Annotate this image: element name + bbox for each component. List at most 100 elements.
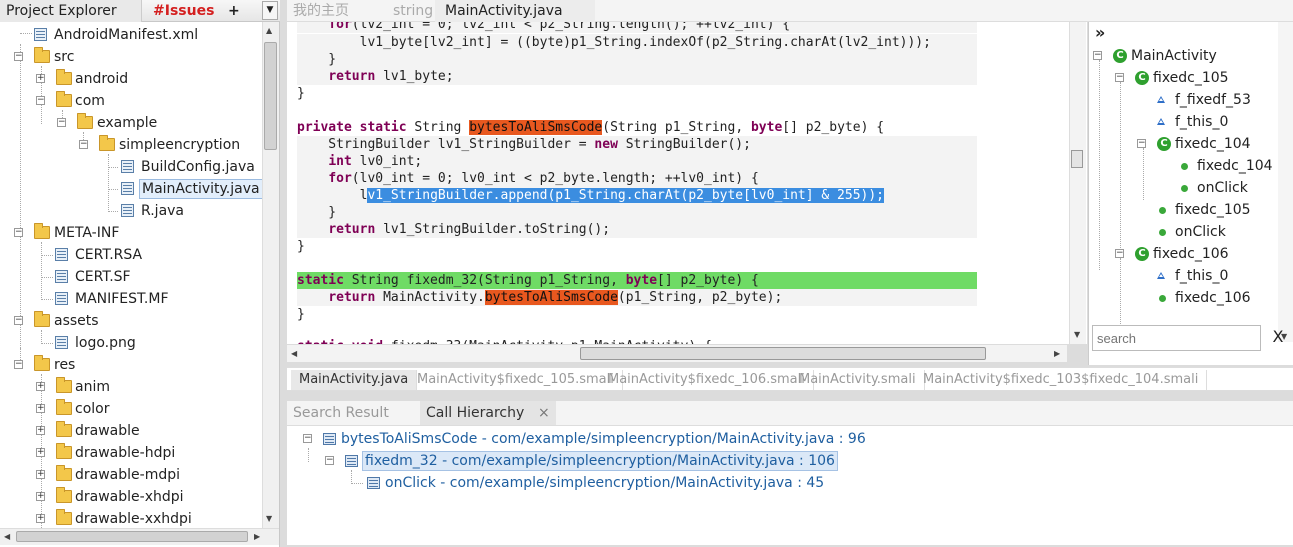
collapse-toggle-icon[interactable]: −: [1115, 73, 1124, 82]
code-editor[interactable]: for(lv2_int = 0; lv2_int < p2_String.len…: [287, 22, 1087, 344]
tree-item-label: drawable-mdpi: [75, 467, 180, 483]
collapse-toggle-icon[interactable]: −: [1115, 249, 1124, 258]
tree-item-label: res: [54, 357, 76, 373]
outline-item-label: fixedc_104: [1175, 136, 1251, 152]
scroll-left-arrow-icon[interactable]: ◀: [4, 532, 10, 541]
tree-item-label: src: [54, 49, 75, 65]
class-icon: C: [1113, 49, 1127, 63]
code-line: static void fixedm_33(MainActivity p1_Ma…: [297, 338, 977, 344]
expand-toggle-icon[interactable]: +: [36, 470, 45, 479]
tree-horizontal-scroll-thumb[interactable]: [16, 531, 248, 542]
collapse-toggle-icon[interactable]: −: [303, 434, 312, 443]
code-vertical-scrollbar[interactable]: ▼: [1069, 22, 1086, 344]
java-file-icon: [121, 204, 134, 217]
folder-icon: [34, 355, 50, 371]
bottom-panel-tabbar: Search Result Call Hierarchy ×: [287, 401, 1293, 425]
code-line: StringBuilder lv1_StringBuilder = new St…: [297, 136, 977, 153]
tab-home[interactable]: 我的主页: [287, 0, 355, 22]
tree-item-label: CERT.SF: [75, 269, 131, 285]
code-horizontal-scroll-thumb[interactable]: [580, 347, 986, 360]
collapse-toggle-icon[interactable]: −: [57, 118, 66, 127]
tree-item-label: R.java: [141, 203, 185, 219]
outline-item-label: f_this_0: [1175, 114, 1229, 130]
code-line: }: [297, 239, 305, 254]
collapse-toggle-icon[interactable]: −: [14, 316, 23, 325]
tab-call-hierarchy[interactable]: Call Hierarchy ×: [420, 401, 556, 425]
class-icon: C: [1135, 247, 1149, 261]
tab-string[interactable]: string: [387, 0, 439, 22]
file-tab-fixedc-103-104-smali[interactable]: MainActivity$fixedc_103$fixedc_104.smali: [915, 370, 1208, 390]
outline-item-label: fixedc_104: [1197, 158, 1273, 174]
call-hierarchy-label: bytesToAliSmsCode - com/example/simpleen…: [341, 431, 866, 447]
expand-toggle-icon[interactable]: +: [36, 74, 45, 83]
code-line: return MainActivity.bytesToAliSmsCode(p1…: [297, 289, 977, 306]
folder-icon: [56, 377, 72, 393]
tab-project-explorer[interactable]: Project Explorer: [0, 0, 142, 22]
call-hierarchy-label: onClick - com/example/simpleencryption/M…: [385, 475, 825, 491]
method-icon: [1159, 229, 1166, 236]
tree-item-label: drawable-xxhdpi: [75, 511, 192, 527]
expand-toggle-icon[interactable]: +: [36, 514, 45, 523]
tree-item-label: AndroidManifest.xml: [54, 27, 199, 43]
tab-mainactivity-java[interactable]: MainActivity.java: [435, 0, 595, 22]
file-tab-mainactivity-java[interactable]: MainActivity.java: [291, 370, 418, 390]
collapse-toggle-icon[interactable]: −: [79, 140, 88, 149]
expand-toggle-icon[interactable]: +: [36, 382, 45, 391]
tree-item-label: MANIFEST.MF: [75, 291, 169, 307]
outline-item-label: f_fixedf_53: [1175, 92, 1251, 108]
method-icon: [1181, 185, 1188, 192]
project-tree: AndroidManifest.xml − src + android − co…: [0, 22, 262, 528]
tree-item-label: logo.png: [75, 335, 136, 351]
collapse-toggle-icon[interactable]: −: [36, 96, 45, 105]
outline-vertical-scrollbar[interactable]: ▼: [1278, 22, 1293, 342]
outline-item-label: onClick: [1175, 224, 1226, 240]
code-line-selected: lv1_StringBuilder.append(p1_String.charA…: [297, 187, 977, 204]
method-icon: [1159, 207, 1166, 214]
add-tab-button[interactable]: +: [222, 0, 246, 22]
tab-issues[interactable]: #Issues: [147, 0, 220, 22]
outline-search-input[interactable]: [1092, 325, 1261, 351]
file-tab-fixedc-106-smali[interactable]: MainActivity$fixedc_106.smali: [600, 370, 814, 390]
close-tab-icon[interactable]: ×: [538, 401, 550, 425]
scroll-down-arrow-icon[interactable]: ▼: [1074, 330, 1080, 339]
scroll-up-arrow-icon[interactable]: ▲: [266, 26, 272, 35]
tree-vertical-scroll-thumb[interactable]: [264, 42, 277, 150]
outline-search-close-button[interactable]: X: [1268, 326, 1288, 348]
code-line: return lv1_StringBuilder.toString();: [297, 221, 977, 238]
code-line: private static String bytesToAliSmsCode(…: [297, 120, 885, 135]
scroll-right-arrow-icon[interactable]: ▶: [254, 532, 260, 541]
expand-toggle-icon[interactable]: +: [36, 404, 45, 413]
collapse-toggle-icon[interactable]: −: [325, 456, 334, 465]
folder-icon: [56, 487, 72, 503]
file-tab-fixedc-105-smali[interactable]: MainActivity$fixedc_105.smali: [409, 370, 623, 390]
class-icon: C: [1157, 137, 1171, 151]
folder-icon: [99, 135, 115, 151]
code-vertical-scroll-thumb[interactable]: [1071, 150, 1083, 168]
tree-item-label: CERT.RSA: [75, 247, 143, 263]
text-selection: v1_StringBuilder.append(p1_String.charAt…: [367, 188, 885, 203]
collapse-toggle-icon[interactable]: −: [14, 52, 23, 61]
collapse-toggle-icon[interactable]: −: [1093, 51, 1102, 60]
tab-search-result[interactable]: Search Result: [287, 401, 395, 425]
collapse-toggle-icon[interactable]: −: [1137, 139, 1146, 148]
scroll-down-arrow-icon[interactable]: ▼: [266, 514, 272, 523]
folder-icon: [56, 421, 72, 437]
collapse-toggle-icon[interactable]: −: [14, 228, 23, 237]
collapse-toggle-icon[interactable]: −: [14, 360, 23, 369]
scroll-right-arrow-icon[interactable]: ▶: [1054, 349, 1060, 358]
folder-icon: [56, 465, 72, 481]
method-name-highlight: bytesToAliSmsCode: [469, 120, 603, 135]
code-line: return lv1_byte;: [297, 68, 977, 85]
file-tab-mainactivity-smali[interactable]: MainActivity.smali: [791, 370, 925, 390]
expand-toggle-icon[interactable]: +: [36, 426, 45, 435]
code-line: for(lv2_int = 0; lv2_int < p2_String.len…: [297, 22, 977, 33]
scroll-left-arrow-icon[interactable]: ◀: [291, 349, 297, 358]
tab-call-hierarchy-label: Call Hierarchy: [426, 405, 525, 421]
outline-item-label: fixedc_106: [1175, 290, 1251, 306]
file-icon: [34, 28, 47, 41]
tree-item-label: android: [75, 71, 129, 87]
expand-toggle-icon[interactable]: +: [36, 492, 45, 501]
expand-toggle-icon[interactable]: +: [36, 448, 45, 457]
panel-menu-dropdown-button[interactable]: ▼: [262, 1, 278, 20]
outline-expand-button[interactable]: »: [1095, 22, 1105, 44]
